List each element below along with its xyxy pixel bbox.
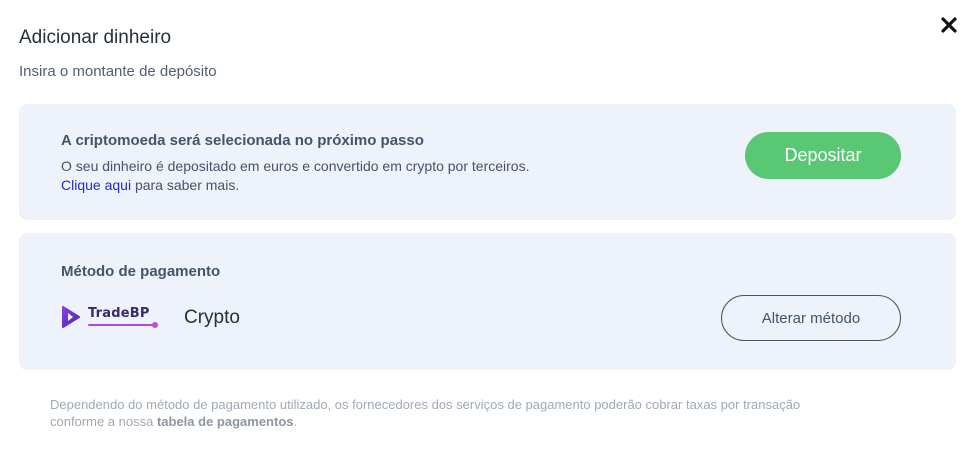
info-text-suffix: para saber mais. [131,177,240,193]
learn-more-link[interactable]: Clique aqui [61,177,131,193]
footnote-suffix: . [293,414,298,429]
brand-underline-dot [152,322,158,328]
fees-footnote: Dependendo do método de pagamento utiliz… [50,396,810,430]
play-logo-icon [60,305,82,329]
tradebp-logo: TradeBP [60,304,160,330]
payment-method-name: Crypto [184,307,240,328]
change-method-button[interactable]: Alterar método [721,295,901,341]
dialog-subtitle: Insira o montante de depósito [19,63,217,80]
payment-table-link[interactable]: tabela de pagamentos [157,414,294,429]
brand-underline [88,324,154,326]
payment-method-card: Método de pagamento TradeBP Crypto Alter… [19,233,956,370]
info-text-line: O seu dinheiro é depositado em euros e c… [61,158,530,174]
info-heading: A criptomoeda será selecionada no próxim… [61,132,424,149]
info-text-more: Clique aqui para saber mais. [61,176,681,195]
crypto-info-card: A criptomoeda será selecionada no próxim… [19,104,956,220]
brand-name: TradeBP [88,306,150,321]
dialog-title: Adicionar dinheiro [19,27,172,48]
payment-method-heading: Método de pagamento [61,263,221,280]
info-text: O seu dinheiro é depositado em euros e c… [61,157,681,195]
deposit-button[interactable]: Depositar [745,132,901,179]
close-button[interactable] [938,16,960,38]
close-icon [941,16,957,38]
